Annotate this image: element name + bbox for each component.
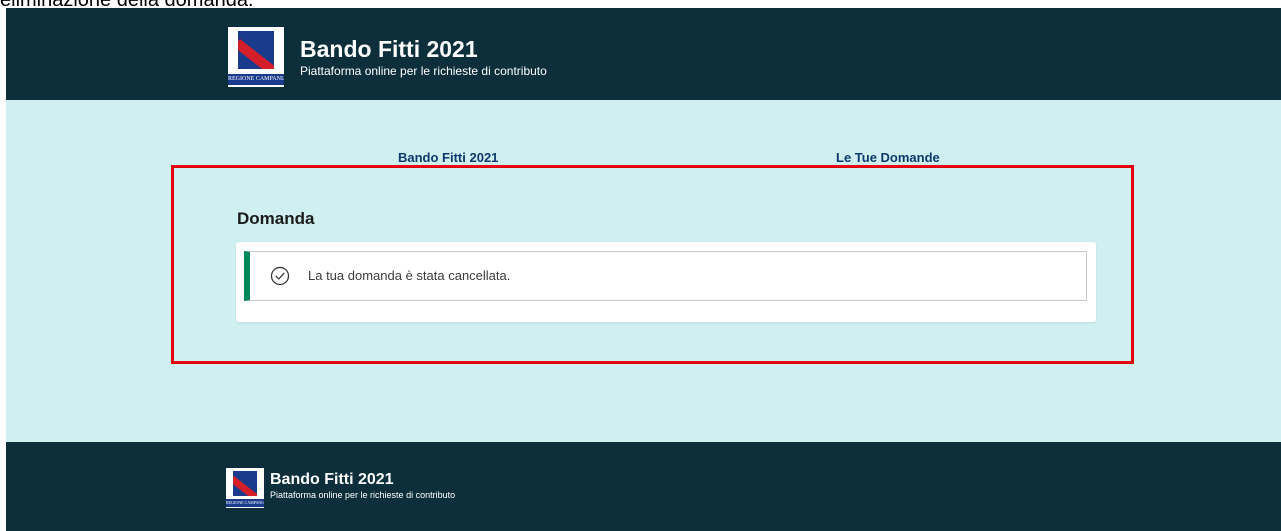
success-alert: La tua domanda è stata cancellata. xyxy=(244,251,1087,301)
site-title[interactable]: Bando Fitti 2021 xyxy=(300,35,478,63)
alert-message: La tua domanda è stata cancellata. xyxy=(308,268,511,283)
nav-link-bando-fitti[interactable]: Bando Fitti 2021 xyxy=(398,150,498,165)
site-footer: REGIONE CAMPANIA Bando Fitti 2021 Piatta… xyxy=(6,442,1281,531)
footer-subtitle: Piattaforma online per le richieste di c… xyxy=(270,490,456,500)
shield-icon xyxy=(233,471,257,496)
site-subtitle: Piattaforma online per le richieste di c… xyxy=(300,64,547,78)
check-circle-icon xyxy=(270,266,290,286)
regione-campania-logo[interactable]: REGIONE CAMPANIA xyxy=(228,27,284,87)
shield-icon xyxy=(238,31,274,69)
site-header: REGIONE CAMPANIA Bando Fitti 2021 Piatta… xyxy=(6,8,1281,100)
section-title: Domanda xyxy=(237,209,315,228)
page: REGIONE CAMPANIA Bando Fitti 2021 Piatta… xyxy=(6,8,1281,531)
domanda-card: La tua domanda è stata cancellata. xyxy=(236,242,1096,322)
logo-caption: REGIONE CAMPANIA xyxy=(228,74,284,85)
nav-link-le-tue-domande[interactable]: Le Tue Domande xyxy=(836,150,940,165)
footer-title: Bando Fitti 2021 xyxy=(270,471,394,488)
regione-campania-logo-footer[interactable]: REGIONE CAMPANIA xyxy=(226,468,264,508)
logo-caption: REGIONE CAMPANIA xyxy=(226,499,264,507)
